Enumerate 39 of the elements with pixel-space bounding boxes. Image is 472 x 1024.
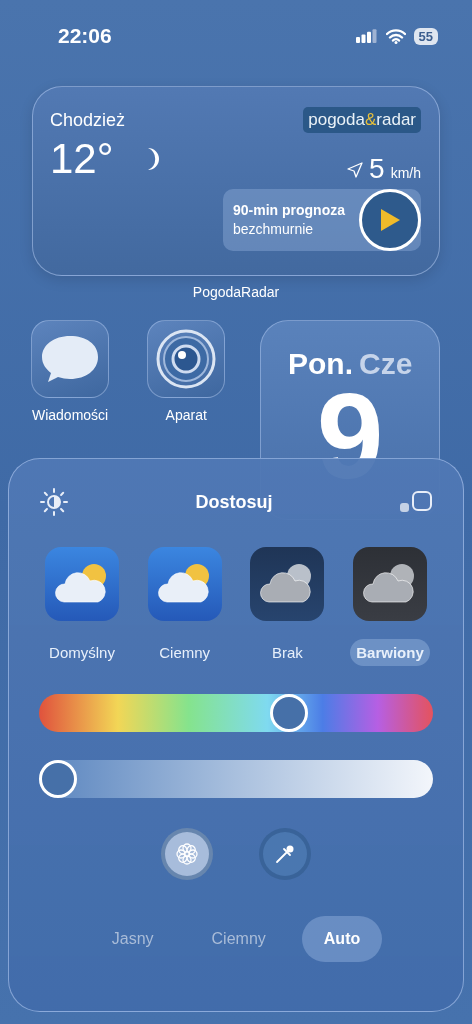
slider-thumb[interactable]	[39, 760, 77, 798]
flower-icon	[175, 842, 199, 866]
style-option[interactable]: Barwiony	[346, 547, 433, 666]
temperature: 12°	[50, 135, 114, 183]
messages-app-icon[interactable]	[31, 320, 110, 398]
navigation-arrow-icon	[347, 162, 364, 178]
wind-speed: 5	[369, 153, 385, 185]
style-option[interactable]: Ciemny	[141, 547, 228, 666]
app-label: Wiadomości	[31, 407, 109, 423]
weather-widget[interactable]: Chodzież pogoda&radar 12° 5 km/h 90-min prognoza bezchmurnie	[32, 86, 440, 276]
battery-level: 55	[413, 27, 438, 45]
app-logo: pogoda&radar	[303, 107, 421, 133]
hue-slider[interactable]	[39, 694, 433, 732]
city-name: Chodzież	[50, 109, 126, 131]
clock: 22:06	[58, 24, 112, 48]
widget-label: PogodaRadar	[191, 284, 281, 300]
brightness-icon[interactable]	[39, 487, 69, 517]
saturation-slider[interactable]	[39, 760, 433, 798]
play-button[interactable]	[359, 189, 421, 251]
forecast-text: bezchmurnie	[233, 220, 315, 239]
date-number: 9	[316, 381, 384, 491]
play-icon	[379, 208, 401, 232]
wind-unit: km/h	[390, 165, 421, 181]
eyedropper-button[interactable]	[259, 828, 311, 880]
next-weekday: Cze	[359, 347, 413, 381]
camera-app-icon[interactable]	[147, 320, 226, 398]
mode-tab[interactable]: Jasny	[89, 916, 176, 962]
widget-size-icon[interactable]	[399, 490, 433, 514]
style-option[interactable]: Domyślny	[39, 547, 125, 666]
slider-thumb[interactable]	[270, 694, 309, 732]
app-label: Aparat	[165, 407, 207, 423]
wifi-icon	[385, 28, 406, 44]
mode-tab[interactable]: Auto	[301, 916, 383, 962]
signal-icon	[355, 29, 378, 43]
mode-tab[interactable]: Ciemny	[189, 916, 288, 962]
style-option[interactable]: Brak	[244, 547, 331, 666]
flower-button[interactable]	[161, 828, 213, 880]
weekday: Pon.	[288, 347, 353, 381]
forecast-title: 90-min prognoza	[233, 201, 345, 220]
